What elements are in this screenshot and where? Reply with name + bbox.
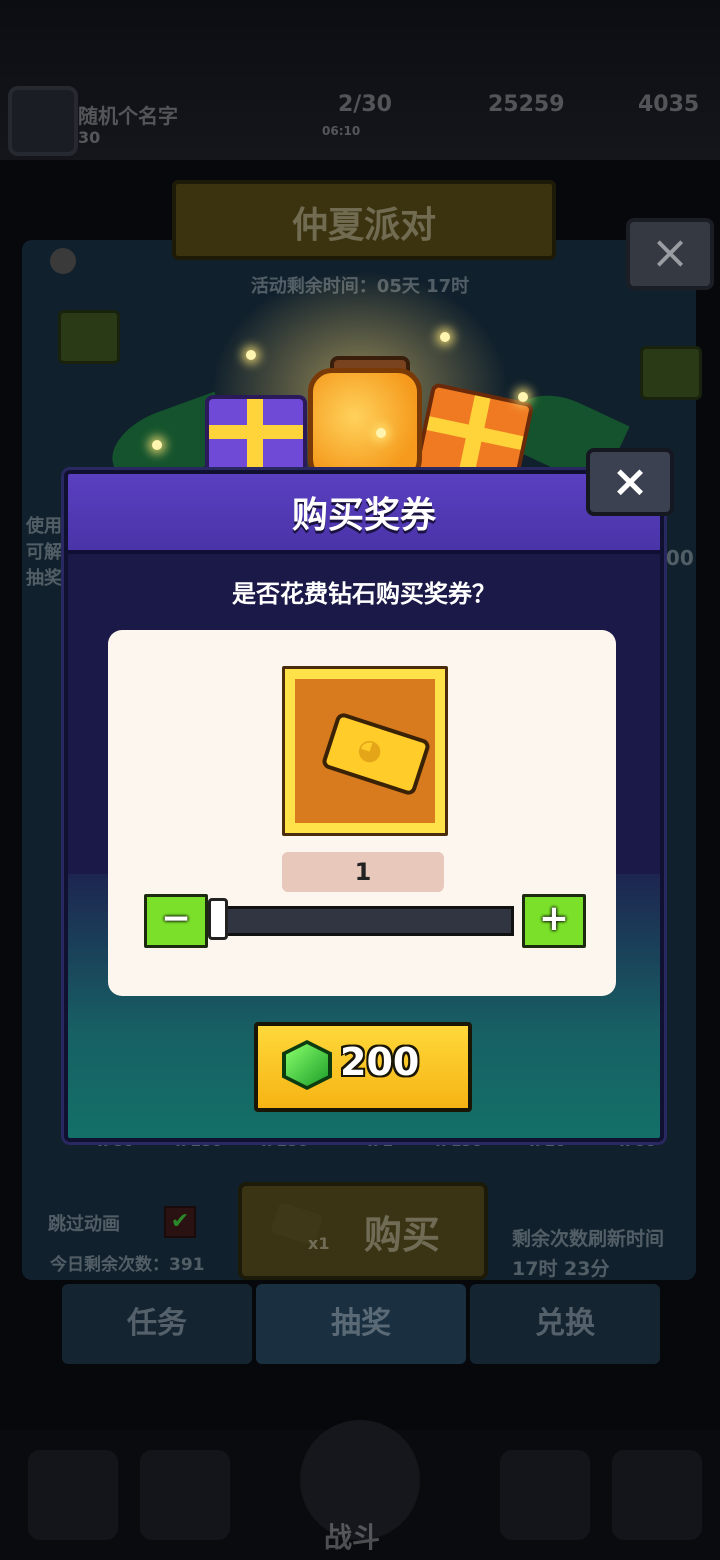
sparkle-icon [246, 350, 256, 360]
side-hint-text: 使用 可解 抽奖 [26, 516, 62, 589]
stamina-value: 2/30 [338, 92, 392, 117]
purchase-price: 200 [340, 1040, 420, 1084]
confirm-purchase-button[interactable]: 200 [254, 1022, 472, 1112]
duck-ticket-icon: ◕ [320, 711, 432, 797]
gem-value: 4035 [638, 92, 700, 117]
gold-value: 25259 [488, 92, 565, 117]
sparkle-icon [440, 332, 450, 342]
quantity-slider-handle[interactable] [208, 898, 228, 940]
item-card: ◕ 1 − + [108, 630, 616, 996]
purchase-question: 是否花费钻石购买奖券？ [232, 580, 496, 608]
event-title: 仲夏派对 [291, 205, 436, 246]
modal-title: 购买奖券 [291, 495, 436, 536]
info-icon[interactable] [50, 248, 76, 274]
quantity-slider[interactable] [216, 906, 514, 936]
gift-icon [640, 346, 702, 400]
player-name: 随机个名字 [78, 104, 178, 128]
close-icon: × [611, 456, 649, 507]
nav-evolve-icon[interactable] [612, 1450, 702, 1540]
refresh-time: 17时 23分 [512, 1258, 610, 1280]
gift-icon [58, 310, 120, 364]
duck-icon: ◕ [353, 730, 388, 769]
sparkle-icon [518, 392, 528, 402]
stamina-timer: 06:10 [322, 124, 361, 138]
tab-tasks[interactable]: 任务 [62, 1284, 252, 1364]
sparkle-icon [376, 428, 386, 438]
nav-talent-icon[interactable] [500, 1450, 590, 1540]
player-level: 30 [78, 128, 101, 147]
skip-animation-checkbox[interactable]: ✔ [164, 1206, 196, 1238]
remaining-today: 今日剩余次数：391 [50, 1255, 205, 1275]
modal-close-button[interactable]: × [586, 448, 674, 516]
tab-exchange[interactable]: 兑换 [470, 1284, 660, 1364]
ticket-count: x1 [308, 1234, 330, 1253]
tab-lottery[interactable]: 抽奖 [256, 1284, 466, 1364]
player-avatar[interactable] [8, 86, 78, 156]
skip-animation-label: 跳过动画 [48, 1214, 120, 1235]
ticket-item-frame: ◕ [282, 666, 448, 836]
purchase-ticket-modal: 购买奖券 是否花费钻石购买奖券？ ◕ 1 − + 200 [64, 470, 664, 1142]
quantity-display: 1 [282, 852, 444, 892]
quantity-plus-button[interactable]: + [522, 894, 586, 948]
sparkle-icon [152, 440, 162, 450]
draw-buy-label: 购买 [364, 1213, 441, 1257]
refresh-label: 剩余次数刷新时间 [512, 1228, 665, 1250]
nav-battle-label: 战斗 [324, 1521, 381, 1554]
draw-buy-button[interactable]: x1 购买 [238, 1182, 488, 1280]
nav-equipment-icon[interactable] [140, 1450, 230, 1540]
event-banner: 仲夏派对 [172, 180, 556, 260]
quantity-minus-button[interactable]: − [144, 894, 208, 948]
nav-shop-icon[interactable] [28, 1450, 118, 1540]
modal-header: 购买奖券 [68, 474, 660, 554]
